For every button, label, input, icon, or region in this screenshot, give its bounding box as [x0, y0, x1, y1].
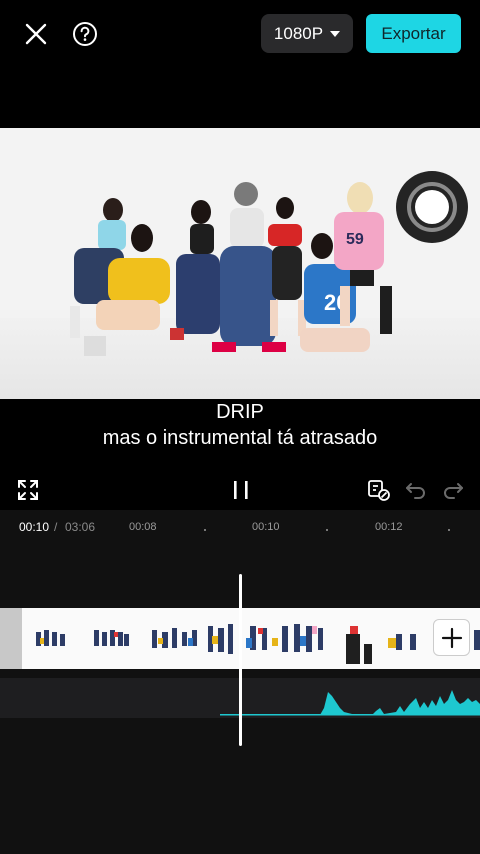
video-preview[interactable]: 20 59 — [0, 128, 480, 399]
pause-icon[interactable] — [228, 477, 254, 503]
top-bar: 1080P Exportar — [0, 0, 480, 128]
close-icon[interactable] — [22, 20, 50, 48]
resolution-dropdown[interactable]: 1080P — [261, 14, 353, 53]
record-button[interactable] — [396, 171, 468, 243]
ruler-tick — [448, 529, 450, 531]
time-separator: / — [54, 520, 58, 534]
subtitle-line-1: DRIP — [216, 401, 264, 423]
export-button[interactable]: Exportar — [366, 14, 461, 53]
redo-icon[interactable] — [440, 477, 466, 503]
player-controls — [0, 470, 480, 510]
keyframe-icon[interactable] — [366, 477, 392, 503]
current-time: 00:10 — [19, 520, 50, 534]
ruler-marker: 00:08 — [129, 521, 157, 533]
ruler-tick — [204, 529, 206, 531]
ruler-marker: 00:10 — [252, 521, 280, 533]
ruler-tick — [326, 529, 328, 531]
help-icon[interactable] — [71, 20, 99, 48]
ruler-marker: 00:12 — [375, 521, 403, 533]
record-ring — [407, 182, 457, 232]
plus-icon — [441, 627, 462, 648]
dancers-image: 20 59 — [70, 182, 392, 356]
total-time: 03:06 — [65, 520, 96, 534]
resolution-label: 1080P — [273, 23, 324, 43]
record-dot — [415, 190, 449, 224]
subtitle-line-2: mas o instrumental tá atrasado — [102, 427, 378, 449]
time-ruler: 00:10 / 03:06 00:08 00:10 00:12 — [0, 510, 480, 544]
fullscreen-icon[interactable] — [15, 477, 41, 503]
playhead[interactable] — [239, 574, 242, 746]
add-clip-button[interactable] — [433, 619, 470, 656]
subtitle-overlay: DRIP mas o instrumental tá atrasado — [0, 399, 480, 465]
undo-icon[interactable] — [403, 477, 429, 503]
caret-down-icon — [330, 30, 341, 37]
svg-text:59: 59 — [346, 231, 364, 248]
